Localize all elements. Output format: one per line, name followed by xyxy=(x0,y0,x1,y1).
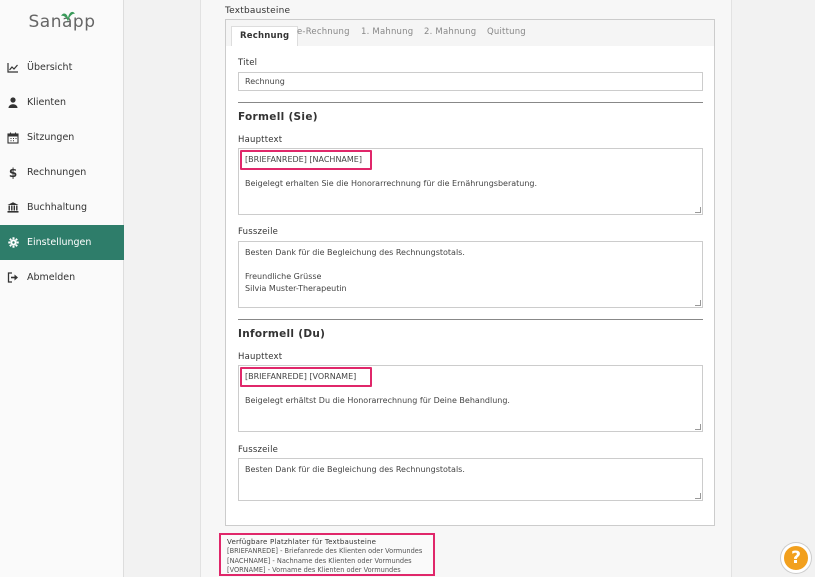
text-line: Silvia Muster-Therapeutin xyxy=(245,284,347,293)
sidebar-item-label: Einstellungen xyxy=(27,237,92,248)
help-button[interactable]: ? xyxy=(781,543,811,573)
logo[interactable]: Sanapp xyxy=(0,11,124,32)
textbausteine-panel: Rechnung e-Rechnung 1. Mahnung 2. Mahnun… xyxy=(225,19,715,526)
text-line xyxy=(245,259,696,271)
formell-haupttext-label: Haupttext xyxy=(238,135,283,145)
bank-icon xyxy=(6,201,20,215)
tab-2-mahnung[interactable]: 2. Mahnung xyxy=(424,27,476,37)
sidebar-item-klienten[interactable]: Klienten xyxy=(0,85,124,120)
sidebar-item-label: Klienten xyxy=(27,97,66,108)
main-area: Textbausteine Rechnung e-Rechnung 1. Mah… xyxy=(124,0,815,577)
divider xyxy=(238,102,703,103)
informell-heading: Informell (Du) xyxy=(238,328,326,340)
sidebar-item-sitzungen[interactable]: Sitzungen xyxy=(0,120,124,155)
placeholder-note-line: [VORNAME] - Vorname des Klienten oder Vo… xyxy=(227,566,401,574)
sidebar-item-buchhaltung[interactable]: Buchhaltung xyxy=(0,190,124,225)
text-line: Freundliche Grüsse xyxy=(245,272,322,281)
placeholder-highlight xyxy=(240,150,372,170)
sidebar-item-label: Sitzungen xyxy=(27,132,75,143)
section-title: Textbausteine xyxy=(225,6,291,16)
sidebar-item-label: Übersicht xyxy=(27,62,73,73)
placeholder-highlight xyxy=(240,367,372,387)
question-icon: ? xyxy=(791,548,801,568)
tab-e-rechnung[interactable]: e-Rechnung xyxy=(297,27,350,37)
titel-label: Titel xyxy=(238,58,258,68)
chart-line-icon xyxy=(6,61,20,75)
calendar-icon xyxy=(6,131,20,145)
resize-handle[interactable] xyxy=(695,300,701,306)
sign-out-icon xyxy=(6,271,20,285)
tab-bar: Rechnung e-Rechnung 1. Mahnung 2. Mahnun… xyxy=(226,20,714,46)
placeholder-note-line: [NACHNAME] - Nachname des Klienten oder … xyxy=(227,556,412,565)
informell-haupttext-label: Haupttext xyxy=(238,352,283,362)
user-icon xyxy=(6,96,20,110)
sidebar-item-label: Buchhaltung xyxy=(27,202,88,213)
sidebar: Sanapp Übersicht Klienten Sitzungen $ Re… xyxy=(0,0,124,577)
tab-1-mahnung[interactable]: 1. Mahnung xyxy=(361,27,413,37)
informell-fusszeile-textarea[interactable]: Besten Dank für die Begleichung des Rech… xyxy=(238,458,703,501)
sidebar-item-uebersicht[interactable]: Übersicht xyxy=(0,50,124,85)
text-line: Besten Dank für die Begleichung des Rech… xyxy=(245,465,465,474)
divider xyxy=(238,319,703,320)
formell-heading: Formell (Sie) xyxy=(238,111,318,123)
tab-rechnung[interactable]: Rechnung xyxy=(231,26,299,46)
tab-quittung[interactable]: Quittung xyxy=(487,27,526,37)
informell-fusszeile-label: Fusszeile xyxy=(238,445,279,455)
titel-input[interactable]: Rechnung xyxy=(238,72,703,91)
sidebar-nav: Übersicht Klienten Sitzungen $ Rechnunge… xyxy=(0,50,124,295)
sidebar-item-label: Abmelden xyxy=(27,272,76,283)
gear-icon xyxy=(6,236,20,250)
placeholder-note: Verfügbare Platzhlater für Textbausteine… xyxy=(219,533,435,576)
resize-handle[interactable] xyxy=(695,493,701,499)
resize-handle[interactable] xyxy=(695,207,701,213)
sidebar-item-rechnungen[interactable]: $ Rechnungen xyxy=(0,155,124,190)
dollar-icon: $ xyxy=(8,165,18,180)
text-line: Besten Dank für die Begleichung des Rech… xyxy=(245,248,465,257)
placeholder-note-line: [BRIEFANREDE] - Briefanrede des Klienten… xyxy=(227,547,423,555)
text-line: Beigelegt erhältst Du die Honorarrechnun… xyxy=(245,396,510,405)
leaf-icon xyxy=(61,11,75,22)
placeholder-note-title: Verfügbare Platzhlater für Textbausteine xyxy=(227,538,377,546)
sidebar-item-label: Rechnungen xyxy=(27,167,87,178)
sidebar-item-abmelden[interactable]: Abmelden xyxy=(0,260,124,295)
sidebar-item-einstellungen[interactable]: Einstellungen xyxy=(0,225,124,260)
resize-handle[interactable] xyxy=(695,424,701,430)
text-line: Beigelegt erhalten Sie die Honorarrechnu… xyxy=(245,179,538,188)
formell-fusszeile-textarea[interactable]: Besten Dank für die Begleichung des Rech… xyxy=(238,241,703,308)
formell-fusszeile-label: Fusszeile xyxy=(238,227,279,237)
